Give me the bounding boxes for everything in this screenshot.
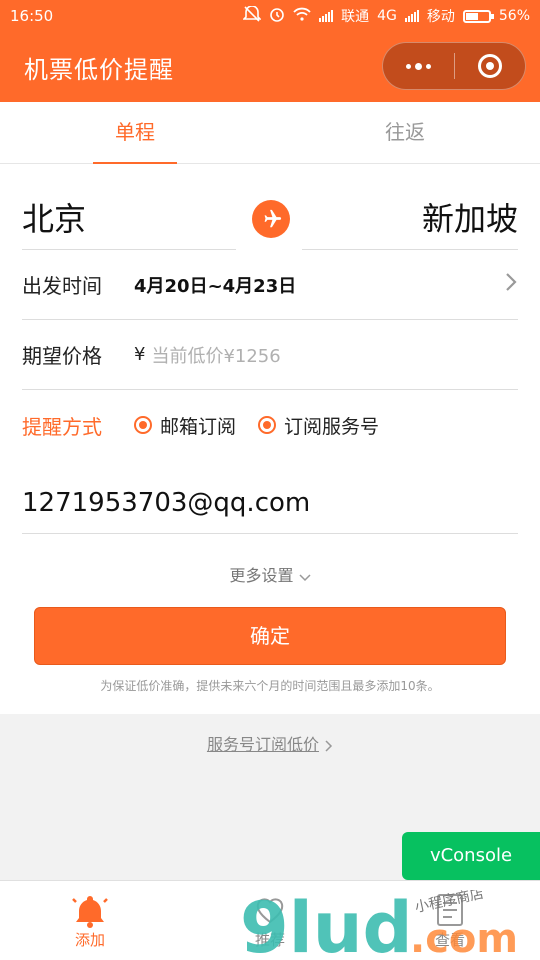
service-account-link[interactable]: 服务号订阅低价 — [0, 731, 540, 755]
radio-selected-icon — [134, 416, 152, 434]
radio-service-account[interactable]: 订阅服务号 — [258, 412, 379, 439]
radio-email-label: 邮箱订阅 — [160, 415, 237, 438]
tabbar-item-recommend[interactable]: 推荐 — [180, 881, 360, 960]
tabbar-item-add[interactable]: 添加 — [0, 881, 180, 960]
wifi-icon — [293, 7, 311, 25]
close-mini-program-button[interactable] — [455, 43, 526, 89]
expected-price-input[interactable]: 当前低价¥1256 — [151, 342, 280, 368]
status-time: 16:50 — [10, 7, 54, 25]
alarm-icon — [269, 6, 285, 26]
bell-icon — [72, 896, 108, 928]
chevron-right-icon — [504, 272, 518, 292]
departure-city[interactable]: 北京 — [22, 164, 236, 250]
more-menu-button[interactable] — [383, 43, 454, 89]
notify-method-label: 提醒方式 — [22, 414, 102, 439]
more-settings-toggle[interactable]: 更多设置 — [0, 562, 540, 586]
carrier-1: 联通 — [341, 9, 370, 25]
more-settings-label: 更多设置 — [229, 566, 294, 585]
tab-round-trip[interactable]: 往返 — [270, 102, 540, 163]
arrival-city[interactable]: 新加坡 — [302, 164, 518, 250]
carrier-2: 移动 — [426, 9, 455, 25]
nav-bar: 机票低价提醒 — [0, 32, 540, 102]
range-note: 为保证低价准确，提供未来六个月的时间范围且最多添加10条。 — [100, 679, 440, 693]
trip-type-tabs: 单程 往返 — [0, 102, 540, 164]
form-card: 单程 往返 北京 新加坡 出发时间 4月20日~4月23日 期望价格 ¥ 当前低… — [0, 102, 540, 714]
mini-program-capsule — [382, 42, 526, 90]
tabbar-label-add: 添加 — [74, 931, 105, 949]
chevron-right-icon — [325, 739, 333, 752]
radio-selected-icon — [258, 416, 277, 434]
departure-date-value: 4月20日~4月23日 — [134, 275, 297, 297]
notify-method-row: 提醒方式 邮箱订阅 订阅服务号 — [22, 390, 518, 460]
email-field[interactable]: 1271953703@qq.com — [22, 464, 518, 534]
heart-icon — [256, 898, 284, 924]
expected-price-row: 期望价格 ¥ 当前低价¥1256 — [22, 320, 518, 390]
signal-icon — [404, 10, 419, 22]
service-account-link-label: 服务号订阅低价 — [206, 735, 319, 754]
battery-icon — [462, 9, 494, 23]
mute-icon — [242, 5, 263, 26]
status-indicators: 联通 4G 移动 56% — [242, 5, 530, 26]
tab-one-way[interactable]: 单程 — [0, 102, 270, 164]
network-type: 4G — [377, 8, 397, 24]
expected-price-label: 期望价格 — [22, 344, 102, 368]
tabbar-label-recommend: 推荐 — [254, 931, 285, 949]
currency-symbol: ¥ — [134, 344, 146, 365]
departure-date-row[interactable]: 出发时间 4月20日~4月23日 — [22, 250, 518, 320]
airplane-icon — [264, 209, 282, 228]
route-selector: 北京 新加坡 — [22, 164, 518, 250]
confirm-button[interactable]: 确定 — [34, 607, 506, 665]
signal-icon — [319, 10, 334, 22]
vconsole-button[interactable]: vConsole — [402, 832, 540, 880]
radio-email-subscribe[interactable]: 邮箱订阅 — [134, 412, 236, 439]
page-title: 机票低价提醒 — [24, 55, 174, 84]
target-icon — [477, 54, 502, 78]
chevron-down-icon — [299, 573, 311, 581]
tabbar-item-view[interactable]: 查看 — [360, 881, 540, 960]
radio-service-label: 订阅服务号 — [284, 415, 380, 438]
status-bar: 16:50 联通 4G 移动 56% — [0, 0, 540, 32]
swap-cities-button[interactable] — [252, 200, 290, 238]
tabbar-label-view: 查看 — [434, 931, 465, 949]
bottom-tab-bar: 添加 推荐 查看 — [0, 880, 540, 960]
departure-date-label: 出发时间 — [22, 274, 102, 298]
list-icon — [437, 894, 463, 926]
battery-percent: 56% — [498, 8, 530, 24]
